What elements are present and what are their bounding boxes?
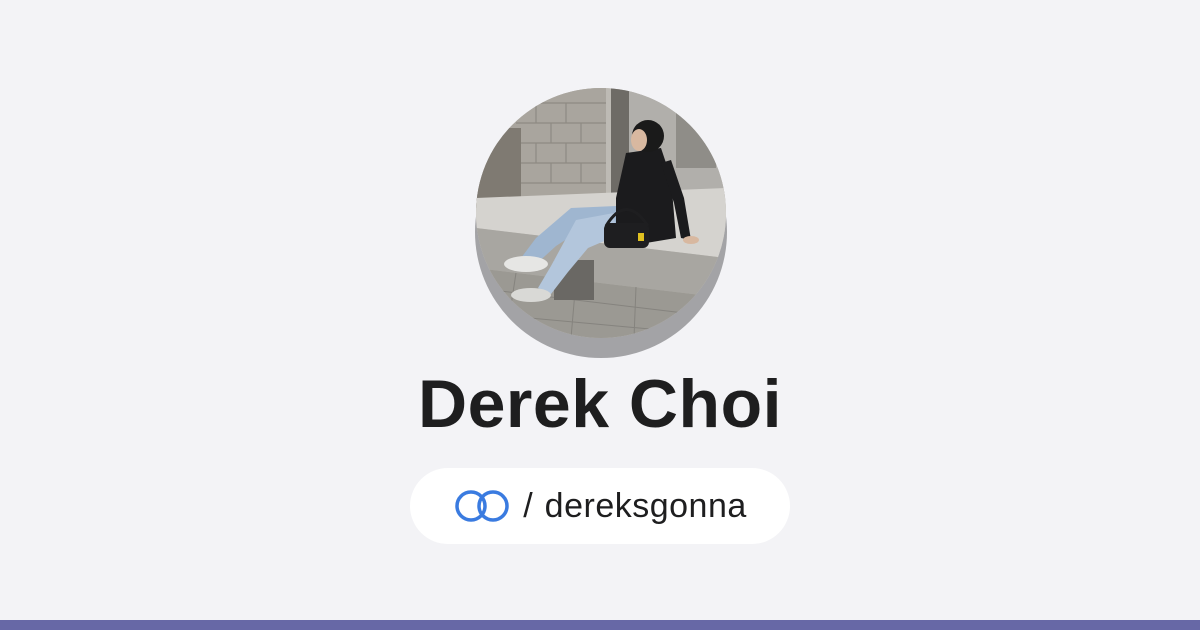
linked-rings-icon [453,488,511,524]
handle-link[interactable]: / dereksgonna [410,468,790,544]
handle-separator: / [523,487,533,525]
bottom-accent-bar [0,620,1200,630]
avatar[interactable] [475,88,727,358]
avatar-photo [476,88,726,338]
handle-username: dereksgonna [544,487,747,525]
profile-name: Derek Choi [418,366,782,442]
profile-card: Derek Choi / dereksgonna [0,0,1200,620]
